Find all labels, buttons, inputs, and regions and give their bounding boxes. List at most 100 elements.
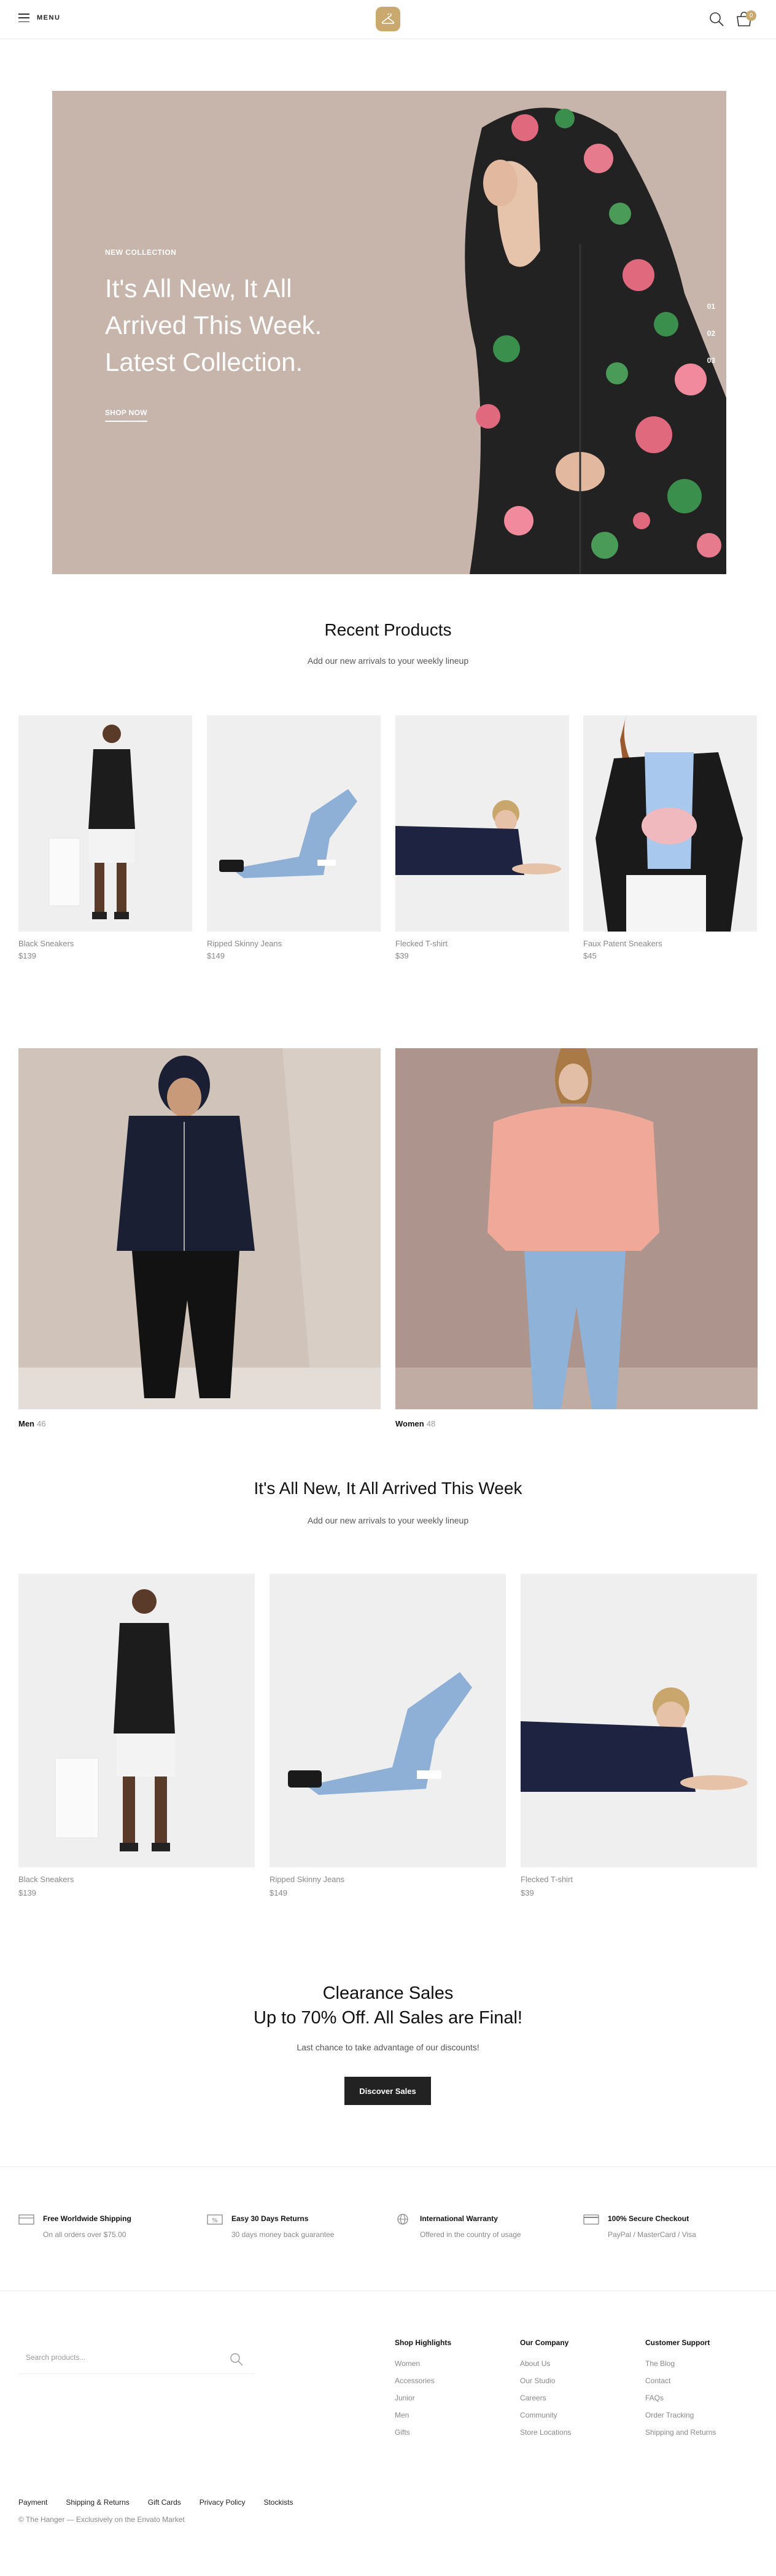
product-name[interactable]: Faux Patent Sneakers (583, 939, 662, 948)
footer-link[interactable]: Store Locations (520, 2428, 571, 2437)
divider (0, 2166, 776, 2167)
slide-dot-3[interactable]: 03 (707, 356, 715, 365)
product-price: $139 (18, 1888, 36, 1897)
site-header: MENU 0 (0, 0, 776, 39)
footer-link[interactable]: About Us (520, 2359, 571, 2368)
footer-link[interactable]: Contact (645, 2376, 716, 2385)
new-arrivals-subtitle: Add our new arrivals to your weekly line… (307, 1516, 469, 1525)
product-name[interactable]: Flecked T-shirt (395, 939, 448, 948)
product-name[interactable]: Black Sneakers (18, 1875, 74, 1884)
globe-icon (397, 2214, 408, 2225)
search-button[interactable] (708, 11, 724, 27)
cart-count-badge: 0 (746, 10, 756, 21)
footer-bottom-link[interactable]: Privacy Policy (200, 2498, 246, 2507)
footer-link[interactable]: Shipping and Returns (645, 2428, 716, 2437)
product-image[interactable] (270, 1574, 506, 1867)
footer-link[interactable]: Women (395, 2359, 451, 2368)
category-card-women[interactable]: Women 48 (395, 1048, 758, 1429)
feature-subtitle: Offered in the country of usage (420, 2230, 521, 2239)
product-image[interactable] (18, 1574, 255, 1867)
product-image[interactable] (207, 715, 381, 932)
category-image[interactable] (18, 1048, 381, 1409)
footer-column-title: Our Company (520, 2338, 569, 2347)
footer-link[interactable]: Gifts (395, 2428, 451, 2437)
category-label: Men 46 (18, 1419, 45, 1428)
recent-products-title: Recent Products (324, 620, 452, 639)
product-price: $139 (18, 951, 36, 960)
feature-title: International Warranty (420, 2214, 498, 2223)
truck-icon (18, 2214, 34, 2225)
new-arrivals-title: It's All New, It All Arrived This Week (254, 1479, 522, 1498)
footer-bottom-link[interactable]: Shipping & Returns (66, 2498, 129, 2507)
cart-button[interactable]: 0 (735, 10, 756, 28)
recent-products-subtitle: Add our new arrivals to your weekly line… (307, 656, 469, 666)
product-card[interactable]: Black Sneakers $139 (18, 715, 192, 961)
product-card[interactable]: Ripped Skinny Jeans $149 (207, 715, 381, 961)
feature-title: Free Worldwide Shipping (43, 2214, 131, 2223)
product-price: $45 (583, 951, 597, 960)
slide-dot-2[interactable]: 02 (707, 329, 715, 338)
product-card[interactable]: Ripped Skinny Jeans $149 (270, 1574, 506, 1905)
search-icon[interactable] (229, 2352, 244, 2367)
footer-bottom-links: Payment Shipping & Returns Gift Cards Pr… (18, 2498, 293, 2507)
feature-subtitle: On all orders over $75.00 (43, 2230, 126, 2239)
category-card-men[interactable]: Men 46 (18, 1048, 381, 1429)
product-name[interactable]: Flecked T-shirt (521, 1875, 573, 1884)
footer-link[interactable]: Junior (395, 2394, 451, 2402)
product-image[interactable] (583, 715, 757, 932)
clearance-title: Clearance Sales (322, 1983, 454, 2003)
product-price: $39 (521, 1888, 534, 1897)
product-price: $39 (395, 951, 409, 960)
footer-bottom-link[interactable]: Payment (18, 2498, 47, 2507)
footer-bottom-link[interactable]: Stockists (263, 2498, 293, 2507)
footer-link[interactable]: Our Studio (520, 2376, 571, 2385)
product-name[interactable]: Ripped Skinny Jeans (207, 939, 282, 948)
product-price: $149 (207, 951, 225, 960)
shop-now-link[interactable]: SHOP NOW (105, 408, 147, 422)
menu-label: MENU (37, 14, 61, 21)
svg-text:%: % (212, 2217, 218, 2224)
category-image[interactable] (395, 1048, 758, 1409)
product-card[interactable]: Black Sneakers $139 (18, 1574, 255, 1905)
product-price: $149 (270, 1888, 287, 1897)
menu-button[interactable]: MENU (18, 14, 60, 22)
search-icon (710, 12, 724, 26)
product-name[interactable]: Black Sneakers (18, 939, 74, 948)
logo[interactable] (376, 7, 400, 31)
feature-title: Easy 30 Days Returns (231, 2214, 309, 2223)
footer-link[interactable]: The Blog (645, 2359, 716, 2368)
copyright: © The Hanger — Exclusively on the Envato… (18, 2515, 185, 2524)
product-image[interactable] (395, 715, 569, 932)
discover-sales-button[interactable]: Discover Sales (344, 2077, 431, 2105)
category-count: 48 (426, 1419, 436, 1428)
product-name[interactable]: Ripped Skinny Jeans (270, 1875, 344, 1884)
clearance-subtitle: Last chance to take advantage of our dis… (297, 2042, 479, 2052)
hero-banner: NEW COLLECTION It's All New, It All Arri… (52, 91, 726, 574)
footer-column-shop: Shop Highlights Women Accessories Junior… (395, 2338, 451, 2445)
footer-link[interactable]: Community (520, 2411, 571, 2419)
footer-link[interactable]: Order Tracking (645, 2411, 716, 2419)
footer-link[interactable]: Men (395, 2411, 451, 2419)
slide-dot-1[interactable]: 01 (707, 302, 715, 311)
footer-link[interactable]: Careers (520, 2394, 571, 2402)
feature-subtitle: 30 days money back guarantee (231, 2230, 335, 2239)
category-count: 46 (37, 1419, 46, 1428)
footer-search-input[interactable] (26, 2353, 210, 2362)
product-image[interactable] (521, 1574, 757, 1867)
clearance-headline: Up to 70% Off. All Sales are Final! (254, 2008, 522, 2028)
hero-image (465, 107, 726, 574)
product-card[interactable]: Flecked T-shirt $39 (521, 1574, 757, 1905)
footer-column-title: Customer Support (645, 2338, 710, 2347)
footer-column-title: Shop Highlights (395, 2338, 451, 2347)
footer-bottom-link[interactable]: Gift Cards (148, 2498, 181, 2507)
footer-link[interactable]: FAQs (645, 2394, 716, 2402)
product-card[interactable]: Flecked T-shirt $39 (395, 715, 569, 961)
hamburger-icon (18, 14, 29, 22)
category-name: Women (395, 1419, 424, 1428)
credit-card-icon (583, 2214, 599, 2225)
divider (0, 2290, 776, 2291)
product-image[interactable] (18, 715, 192, 932)
footer-link[interactable]: Accessories (395, 2376, 451, 2385)
hero-title: It's All New, It All Arrived This Week. … (105, 274, 322, 376)
product-card[interactable]: Faux Patent Sneakers $45 (583, 715, 757, 961)
